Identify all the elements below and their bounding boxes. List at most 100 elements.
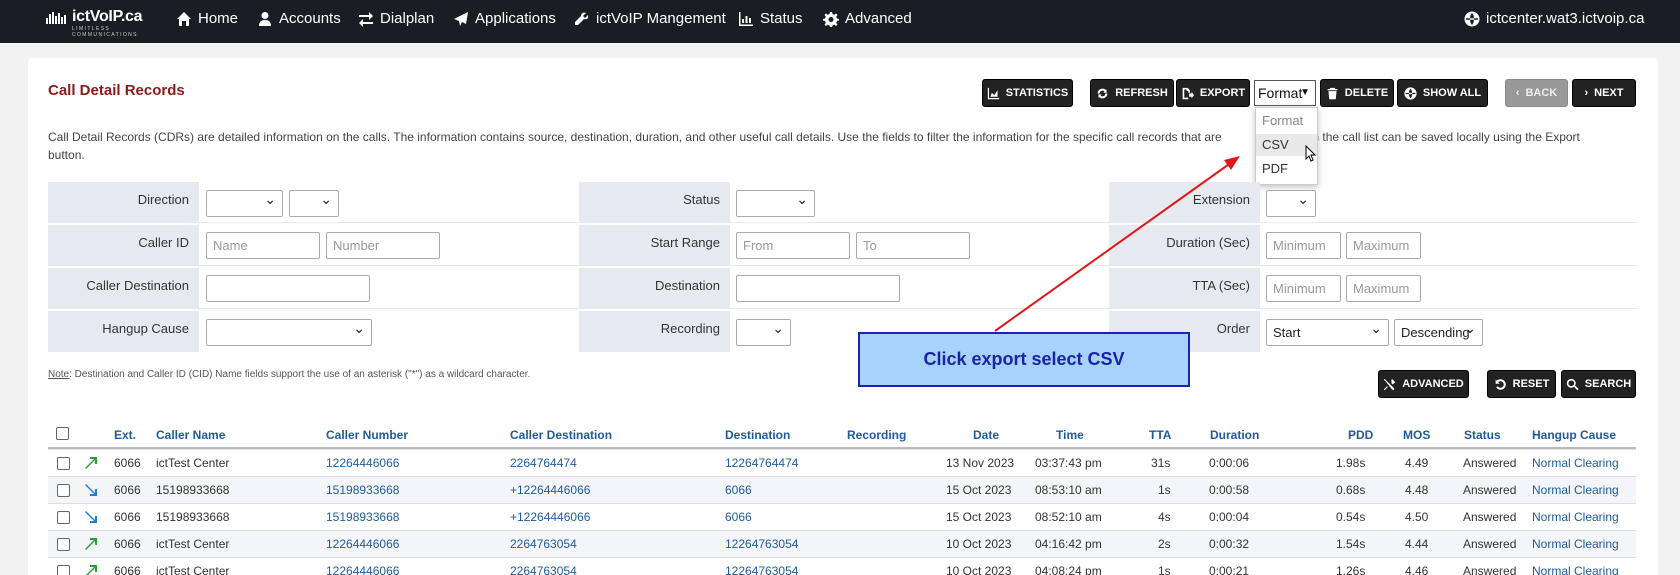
nav-accounts[interactable]: Accounts [257, 0, 341, 37]
cell-caller-destination[interactable]: +12264446066 [510, 510, 590, 524]
col-destination[interactable]: Destination [725, 428, 790, 442]
refresh-button[interactable]: REFRESH [1090, 79, 1174, 107]
status-label: Status [579, 182, 730, 223]
show-all-button[interactable]: SHOW ALL [1397, 79, 1488, 107]
advanced-button[interactable]: ADVANCED [1378, 370, 1469, 398]
duration-max-input[interactable]: Maximum [1346, 232, 1421, 259]
nav-status[interactable]: Status [738, 0, 803, 37]
cell-caller-number[interactable]: 15198933668 [326, 483, 399, 497]
nav-home[interactable]: Home [176, 0, 238, 37]
cell-destination[interactable]: 6066 [725, 483, 752, 497]
nav-applications[interactable]: Applications [453, 0, 556, 37]
col-duration[interactable]: Duration [1210, 428, 1259, 442]
globe-icon [1464, 11, 1480, 26]
delete-button[interactable]: DELETE [1320, 79, 1394, 107]
col-pdd[interactable]: PDD [1348, 428, 1373, 442]
cell-time: 08:53:10 am [1035, 483, 1102, 497]
cell-caller-number[interactable]: 12264446066 [326, 564, 399, 575]
extension-select[interactable] [1266, 187, 1316, 217]
direction-select[interactable] [206, 187, 283, 217]
instruction-callout: Click export select CSV [858, 332, 1190, 387]
cell-hangup-cause[interactable]: Normal Clearing [1532, 483, 1619, 497]
start-range-to-input[interactable]: To [856, 232, 970, 259]
col-recording[interactable]: Recording [847, 428, 906, 442]
cell-caller-destination[interactable]: +12264446066 [510, 483, 590, 497]
cell-pdd: 1.98s [1336, 456, 1366, 470]
col-hangup-cause[interactable]: Hangup Cause [1532, 428, 1616, 442]
caller-destination-label: Caller Destination [48, 268, 199, 309]
cell-destination[interactable]: 12264763054 [725, 564, 798, 575]
cell-caller-number[interactable]: 12264446066 [326, 456, 399, 470]
order-by-select[interactable]: Start [1266, 316, 1389, 346]
back-button[interactable]: ‹ BACK [1505, 79, 1568, 107]
reset-button[interactable]: RESET [1487, 370, 1556, 398]
table-row[interactable]: 6066 ictTest Center 12264446066 22647644… [48, 449, 1636, 476]
recording-select[interactable] [736, 316, 791, 346]
col-caller-name[interactable]: Caller Name [156, 428, 225, 442]
format-option-format[interactable]: Format [1256, 110, 1317, 132]
row-checkbox[interactable] [57, 457, 70, 470]
row-checkbox[interactable] [57, 565, 70, 575]
col-date[interactable]: Date [973, 428, 999, 442]
cell-caller-number[interactable]: 12264446066 [326, 537, 399, 551]
trash-icon [1327, 87, 1338, 99]
cell-destination[interactable]: 12264764474 [725, 456, 798, 470]
show-all-label: SHOW ALL [1422, 87, 1482, 99]
col-status[interactable]: Status [1464, 428, 1501, 442]
order-direction-select[interactable]: Descending [1394, 316, 1483, 346]
export-button[interactable]: EXPORT [1176, 79, 1250, 107]
search-button[interactable]: SEARCH [1561, 370, 1636, 398]
start-range-from-input[interactable]: From [736, 232, 850, 259]
description-text: Call Detail Records (CDRs) are detailed … [48, 130, 1222, 144]
row-checkbox[interactable] [57, 484, 70, 497]
cell-caller-destination[interactable]: 2264763054 [510, 564, 577, 575]
cell-caller-number[interactable]: 15198933668 [326, 510, 399, 524]
cell-hangup-cause[interactable]: Normal Clearing [1532, 510, 1619, 524]
cell-time: 03:37:43 pm [1035, 456, 1102, 470]
table-row[interactable]: 6066 15198933668 15198933668 +1226444606… [48, 476, 1636, 503]
duration-min-input[interactable]: Minimum [1266, 232, 1341, 259]
cell-date: 15 Oct 2023 [946, 483, 1012, 497]
table-row[interactable]: 6066 15198933668 15198933668 +1226444606… [48, 503, 1636, 530]
cell-ext: 6066 [114, 537, 141, 551]
direction-type-select[interactable] [289, 187, 339, 217]
tta-min-input[interactable]: Minimum [1266, 275, 1341, 302]
chevron-left-icon: ‹ [1515, 87, 1520, 99]
nav-advanced[interactable]: Advanced [823, 0, 912, 37]
select-all-checkbox[interactable] [56, 427, 69, 440]
col-time[interactable]: Time [1056, 428, 1084, 442]
nav-server[interactable]: ictcenter.wat3.ictvoip.ca [1464, 0, 1644, 37]
caller-id-number-input[interactable]: Number [326, 232, 440, 259]
cell-hangup-cause[interactable]: Normal Clearing [1532, 456, 1619, 470]
nav-accounts-label: Accounts [279, 10, 341, 27]
col-ext[interactable]: Ext. [114, 428, 136, 442]
cell-destination[interactable]: 6066 [725, 510, 752, 524]
cell-hangup-cause[interactable]: Normal Clearing [1532, 537, 1619, 551]
status-select[interactable] [736, 187, 815, 217]
cell-status: Answered [1463, 483, 1517, 497]
col-caller-number[interactable]: Caller Number [326, 428, 408, 442]
cell-caller-destination[interactable]: 2264763054 [510, 537, 577, 551]
row-checkbox[interactable] [57, 511, 70, 524]
col-mos[interactable]: MOS [1403, 428, 1430, 442]
next-button[interactable]: › NEXT [1572, 79, 1636, 107]
cell-caller-destination[interactable]: 2264764474 [510, 456, 577, 470]
nav-dialplan[interactable]: Dialplan [358, 0, 434, 37]
row-checkbox[interactable] [57, 538, 70, 551]
format-select[interactable]: Format ▼ [1254, 80, 1316, 106]
col-tta[interactable]: TTA [1149, 428, 1171, 442]
caller-destination-input[interactable] [206, 275, 370, 302]
destination-input[interactable] [736, 275, 900, 302]
cell-hangup-cause[interactable]: Normal Clearing [1532, 564, 1619, 575]
cell-pdd: 0.54s [1336, 510, 1366, 524]
logo[interactable]: ictVoIP.ca LIMITLESS COMMUNICATIONS [46, 8, 166, 38]
table-row[interactable]: 6066 ictTest Center 12264446066 22647630… [48, 557, 1636, 575]
nav-ictvoip-management[interactable]: ictVoIP Mangement [574, 0, 726, 37]
table-row[interactable]: 6066 ictTest Center 12264446066 22647630… [48, 530, 1636, 557]
tta-max-input[interactable]: Maximum [1346, 275, 1421, 302]
statistics-button[interactable]: STATISTICS [982, 79, 1073, 107]
cell-destination[interactable]: 12264763054 [725, 537, 798, 551]
caller-id-name-input[interactable]: Name [206, 232, 320, 259]
hangup-cause-select[interactable] [206, 316, 372, 346]
col-caller-destination[interactable]: Caller Destination [510, 428, 612, 442]
